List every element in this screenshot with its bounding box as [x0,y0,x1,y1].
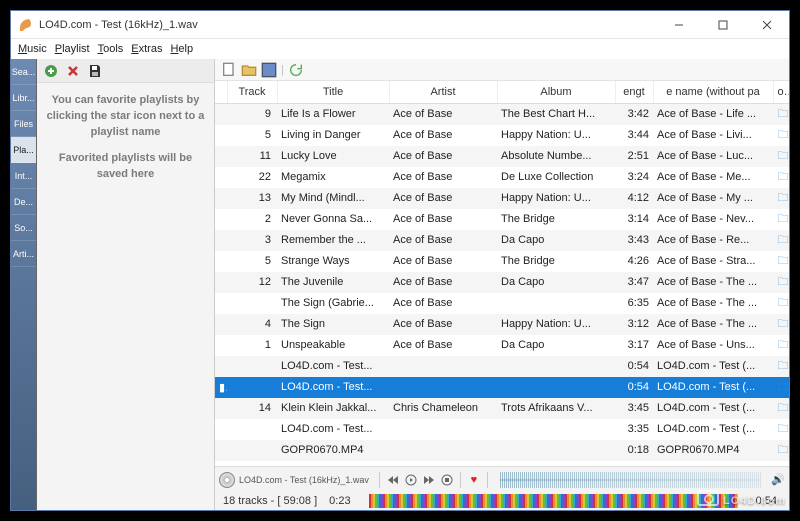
disk-icon[interactable] [261,62,277,78]
menu-music[interactable]: Music [15,42,50,56]
folder-icon[interactable]: 🗀 [778,255,789,267]
folder-icon[interactable]: 🗀 [778,444,789,456]
menu-extras[interactable]: Extras [128,42,165,56]
waveform[interactable] [500,472,761,488]
table-row[interactable]: 4The SignAce of BaseHappy Nation: U...3:… [215,314,789,335]
app-icon [17,17,33,33]
table-row[interactable]: 9Life Is a FlowerAce of BaseThe Best Cha… [215,103,789,125]
menubar: MusicPlaylistToolsExtrasHelp [11,39,789,59]
menu-tools[interactable]: Tools [95,42,127,56]
disc-icon [219,472,235,488]
sidebar-tab[interactable]: Arti... [11,241,36,267]
table-row[interactable]: 3Remember the ...Ace of BaseDa Capo3:43A… [215,230,789,251]
close-button[interactable] [745,11,789,39]
panel-hint-1: You can favorite playlists by clicking t… [45,93,206,141]
sidebar-tab[interactable]: Sea... [11,59,36,85]
maximize-button[interactable] [701,11,745,39]
spectrum [369,494,738,508]
tracks-info: 18 tracks - [ 59:08 ] [223,495,317,507]
folder-icon[interactable]: 🗀 [778,192,789,204]
sidebar-tab[interactable]: So... [11,215,36,241]
stop-button[interactable] [440,473,454,487]
folder-icon[interactable]: 🗀 [778,129,789,141]
column-header[interactable]: Track [227,81,277,103]
track-table[interactable]: TrackTitleArtistAlbumengte name (without… [215,81,789,466]
table-row[interactable]: 22MegamixAce of BaseDe Luxe Collection3:… [215,167,789,188]
column-header[interactable]: Artist [389,81,497,103]
column-header[interactable]: ourc [773,81,789,103]
column-header[interactable]: engt [615,81,653,103]
panel-hint-2: Favorited playlists will be saved here [45,151,206,183]
open-icon[interactable] [241,62,257,78]
play-button[interactable] [404,473,418,487]
table-row[interactable]: 14Klein Klein Jakkal...Chris ChameleonTr… [215,398,789,419]
folder-icon[interactable]: 🗀 [778,171,789,183]
folder-icon[interactable]: 🗀 [778,381,789,393]
playlist-panel: You can favorite playlists by clicking t… [37,59,215,510]
table-row[interactable]: 1UnspeakableAce of BaseDa Capo3:17Ace of… [215,335,789,356]
now-playing: LO4D.com - Test (16kHz)_1.wav [239,475,369,485]
sidebar: Sea...Libr...FilesPla...Int...De...So...… [11,59,37,510]
column-header[interactable]: Title [277,81,389,103]
table-row[interactable]: The Sign (Gabrie...Ace of Base6:35Ace of… [215,293,789,314]
statusbar: LO4D.com - Test (16kHz)_1.wav ♥ 🔊 18 tra… [215,466,789,510]
folder-icon[interactable]: 🗀 [778,234,789,246]
table-row[interactable]: 5Living in DangerAce of BaseHappy Nation… [215,125,789,146]
elapsed-time: 0:23 [325,495,354,507]
sidebar-tab[interactable]: Files [11,111,36,137]
minimize-button[interactable] [657,11,701,39]
rewind-button[interactable] [386,473,400,487]
sidebar-tab[interactable]: Pla... [11,137,36,163]
total-time: 0:54 [752,495,781,507]
folder-icon[interactable]: 🗀 [778,297,789,309]
table-row[interactable]: footage_oldharr...3:35footage_oldharryr.… [215,461,789,467]
window-title: LO4D.com - Test (16kHz)_1.wav [39,19,657,31]
main-area: | TrackTitleArtistAlbumengte name (witho… [215,59,789,510]
add-icon[interactable] [43,63,59,79]
titlebar: LO4D.com - Test (16kHz)_1.wav [11,11,789,39]
sidebar-tab[interactable]: Libr... [11,85,36,111]
favorite-button[interactable]: ♥ [467,473,481,487]
folder-icon[interactable]: 🗀 [778,150,789,162]
folder-icon[interactable]: 🗀 [778,360,789,372]
refresh-icon[interactable] [288,62,304,78]
folder-icon[interactable]: 🗀 [778,402,789,414]
column-header[interactable]: Album [497,81,615,103]
folder-icon[interactable]: 🗀 [778,423,789,435]
folder-icon[interactable]: 🗀 [778,318,789,330]
delete-icon[interactable] [65,63,81,79]
sidebar-tab[interactable]: Int... [11,163,36,189]
folder-icon[interactable]: 🗀 [778,213,789,225]
table-row[interactable]: 2Never Gonna Sa...Ace of BaseThe Bridge3… [215,209,789,230]
main-toolbar: | [215,59,789,81]
menu-help[interactable]: Help [167,42,196,56]
table-row[interactable]: 12The JuvenileAce of BaseDa Capo3:47Ace … [215,272,789,293]
table-row[interactable]: 13My Mind (Mindl...Ace of BaseHappy Nati… [215,188,789,209]
table-row[interactable]: GOPR0670.MP40:18GOPR0670.MP4🗀 [215,440,789,461]
folder-icon[interactable]: 🗀 [778,465,789,467]
folder-icon[interactable]: 🗀 [778,108,789,120]
volume-icon[interactable]: 🔊 [771,473,785,487]
table-row[interactable]: ▮▮LO4D.com - Test...0:54LO4D.com - Test … [215,377,789,398]
folder-icon[interactable]: 🗀 [778,276,789,288]
menu-playlist[interactable]: Playlist [52,42,93,56]
folder-icon[interactable]: 🗀 [778,339,789,351]
save-icon[interactable] [87,63,103,79]
panel-toolbar [37,59,214,83]
forward-button[interactable] [422,473,436,487]
new-icon[interactable] [221,62,237,78]
column-header[interactable]: e name (without pa [653,81,773,103]
table-row[interactable]: LO4D.com - Test...3:35LO4D.com - Test (.… [215,419,789,440]
table-row[interactable]: LO4D.com - Test...0:54LO4D.com - Test (.… [215,356,789,377]
app-window: LO4D.com - Test (16kHz)_1.wav MusicPlayl… [10,10,790,511]
table-row[interactable]: 5Strange WaysAce of BaseThe Bridge4:26Ac… [215,251,789,272]
table-row[interactable]: 11Lucky LoveAce of BaseAbsolute Numbe...… [215,146,789,167]
sidebar-tab[interactable]: De... [11,189,36,215]
